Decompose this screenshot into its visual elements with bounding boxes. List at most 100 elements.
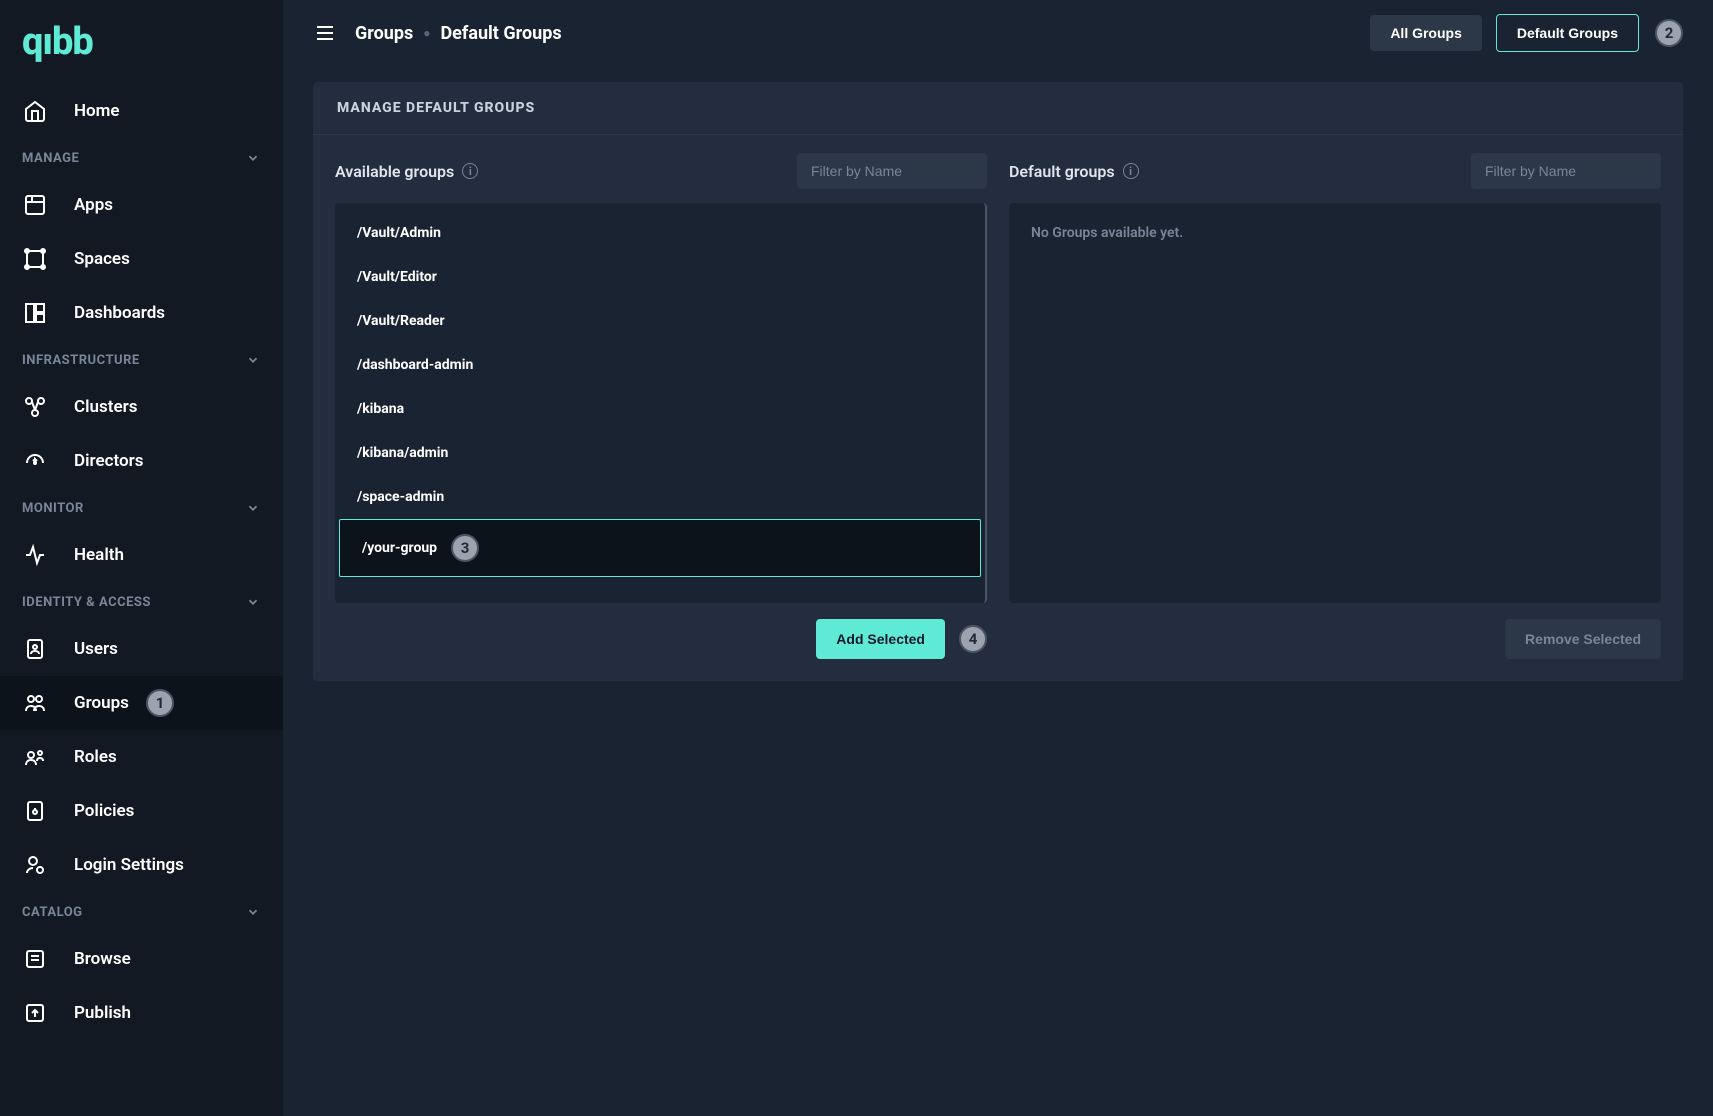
list-item[interactable]: /Vault/Reader — [335, 299, 985, 343]
chevron-down-icon — [245, 352, 261, 368]
sidebar-item-label: Spaces — [74, 249, 130, 269]
browse-icon — [22, 946, 48, 972]
sidebar-item-login-settings[interactable]: Login Settings — [0, 838, 283, 892]
available-groups-list: /Vault/Admin /Vault/Editor /Vault/Reader… — [335, 203, 987, 603]
sidebar-item-label: Publish — [74, 1003, 131, 1023]
annotation-badge-3: 3 — [451, 534, 479, 562]
info-icon[interactable]: i — [1123, 163, 1139, 179]
app-logo: qıbb — [0, 10, 283, 84]
section-label: MANAGE — [22, 151, 79, 166]
column-title-label: Default groups — [1009, 162, 1115, 181]
sidebar-item-label: Browse — [74, 949, 131, 969]
column-default-groups: Default groups i No Groups available yet… — [1009, 153, 1661, 659]
list-item[interactable]: /dashboard-admin — [335, 343, 985, 387]
annotation-badge-1: 1 — [146, 689, 174, 717]
list-item[interactable]: /Vault/Editor — [335, 255, 985, 299]
main-content: Groups ● Default Groups All Groups Defau… — [283, 0, 1713, 1116]
directors-icon — [22, 448, 48, 474]
breadcrumb-separator: ● — [423, 26, 430, 40]
tab-all-groups[interactable]: All Groups — [1370, 15, 1482, 51]
breadcrumb-root[interactable]: Groups — [355, 23, 413, 44]
sidebar-item-dashboards[interactable]: Dashboards — [0, 286, 283, 340]
chevron-down-icon — [245, 150, 261, 166]
sidebar-item-label: Home — [74, 101, 120, 121]
section-label: IDENTITY & ACCESS — [22, 595, 151, 610]
list-item[interactable]: /kibana/admin — [335, 431, 985, 475]
sidebar-item-label: Dashboards — [74, 303, 165, 323]
sidebar-item-browse[interactable]: Browse — [0, 932, 283, 986]
sidebar-item-spaces[interactable]: Spaces — [0, 232, 283, 286]
section-catalog-header[interactable]: CATALOG — [0, 892, 283, 932]
column-footer: Remove Selected — [1009, 619, 1661, 659]
section-identity-header[interactable]: IDENTITY & ACCESS — [0, 582, 283, 622]
home-icon — [22, 98, 48, 124]
chevron-down-icon — [245, 904, 261, 920]
groups-icon — [22, 690, 48, 716]
section-label: CATALOG — [22, 905, 83, 920]
sidebar-item-label: Roles — [74, 747, 117, 767]
list-item[interactable]: /Vault/Admin — [335, 211, 985, 255]
list-item[interactable]: /kibana — [335, 387, 985, 431]
menu-toggle-button[interactable] — [313, 21, 337, 45]
clusters-icon — [22, 394, 48, 420]
column-header: Available groups i — [335, 153, 987, 189]
list-item-label: /your-group — [362, 540, 437, 556]
column-title-label: Available groups — [335, 162, 454, 181]
sidebar-item-label: Apps — [74, 195, 113, 215]
sidebar-item-clusters[interactable]: Clusters — [0, 380, 283, 434]
section-monitor-header[interactable]: MONITOR — [0, 488, 283, 528]
sidebar-item-users[interactable]: Users — [0, 622, 283, 676]
sidebar-item-label: Health — [74, 545, 124, 565]
add-selected-button[interactable]: Add Selected — [816, 619, 945, 659]
spaces-icon — [22, 246, 48, 272]
column-header: Default groups i — [1009, 153, 1661, 189]
panel-manage-default-groups: MANAGE DEFAULT GROUPS Available groups i… — [313, 82, 1683, 681]
breadcrumb: Groups ● Default Groups — [355, 23, 562, 44]
sidebar-item-label: Clusters — [74, 397, 137, 417]
login-settings-icon — [22, 852, 48, 878]
roles-icon — [22, 744, 48, 770]
topbar-right: All Groups Default Groups 2 — [1370, 14, 1683, 52]
panel-title: MANAGE DEFAULT GROUPS — [313, 82, 1683, 135]
topbar-left: Groups ● Default Groups — [313, 21, 562, 45]
sidebar-item-health[interactable]: Health — [0, 528, 283, 582]
users-icon — [22, 636, 48, 662]
publish-icon — [22, 1000, 48, 1026]
column-footer: Add Selected 4 — [335, 619, 987, 659]
chevron-down-icon — [245, 500, 261, 516]
info-icon[interactable]: i — [462, 163, 478, 179]
sidebar-item-label: Groups — [74, 693, 129, 713]
sidebar-item-label: Policies — [74, 801, 134, 821]
sidebar-item-policies[interactable]: Policies — [0, 784, 283, 838]
remove-selected-button[interactable]: Remove Selected — [1505, 619, 1661, 659]
sidebar-item-roles[interactable]: Roles — [0, 730, 283, 784]
sidebar-item-label: Directors — [74, 451, 143, 471]
sidebar-item-publish[interactable]: Publish — [0, 986, 283, 1040]
sidebar-item-apps[interactable]: Apps — [0, 178, 283, 232]
sidebar: qıbb Home MANAGE Apps Spaces Dashboards … — [0, 0, 283, 1116]
chevron-down-icon — [245, 594, 261, 610]
breadcrumb-current: Default Groups — [440, 23, 561, 44]
default-groups-list: No Groups available yet. — [1009, 203, 1661, 603]
filter-available-input[interactable] — [797, 153, 987, 189]
health-icon — [22, 542, 48, 568]
list-item-selected[interactable]: /your-group 3 — [339, 519, 981, 577]
content-area: MANAGE DEFAULT GROUPS Available groups i… — [283, 66, 1713, 697]
section-manage-header[interactable]: MANAGE — [0, 138, 283, 178]
sidebar-item-directors[interactable]: Directors — [0, 434, 283, 488]
topbar: Groups ● Default Groups All Groups Defau… — [283, 0, 1713, 66]
column-available-groups: Available groups i /Vault/Admin /Vault/E… — [335, 153, 987, 659]
tab-default-groups[interactable]: Default Groups — [1496, 14, 1639, 52]
panel-columns: Available groups i /Vault/Admin /Vault/E… — [313, 135, 1683, 681]
sidebar-item-label: Users — [74, 639, 118, 659]
filter-default-input[interactable] — [1471, 153, 1661, 189]
section-label: INFRASTRUCTURE — [22, 353, 140, 368]
sidebar-item-home[interactable]: Home — [0, 84, 283, 138]
empty-message: No Groups available yet. — [1009, 211, 1661, 255]
dashboards-icon — [22, 300, 48, 326]
sidebar-item-groups[interactable]: Groups 1 — [0, 676, 283, 730]
column-title: Default groups i — [1009, 162, 1139, 181]
apps-icon — [22, 192, 48, 218]
list-item[interactable]: /space-admin — [335, 475, 985, 519]
section-infrastructure-header[interactable]: INFRASTRUCTURE — [0, 340, 283, 380]
